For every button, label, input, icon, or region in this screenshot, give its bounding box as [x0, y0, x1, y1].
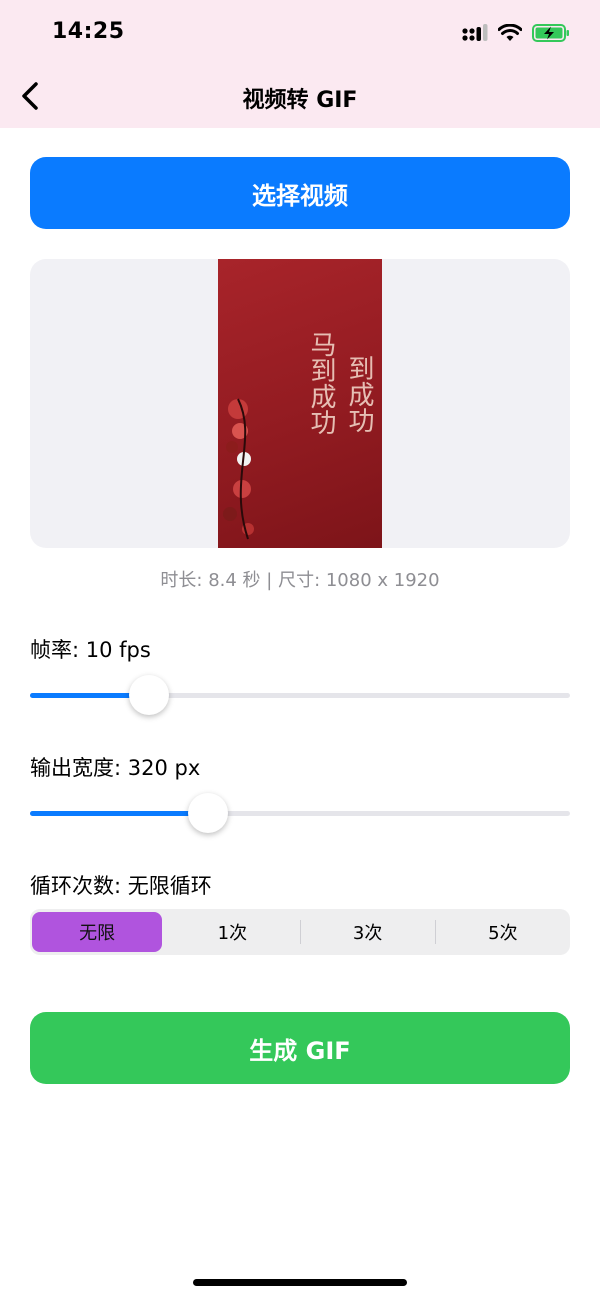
framerate-slider[interactable]	[30, 675, 570, 715]
page-title: 视频转 GIF	[242, 88, 358, 113]
thumbnail-caption: 马到成功	[306, 331, 336, 435]
status-bar: 14:25	[0, 0, 600, 66]
video-preview: 马到成功 到成功	[30, 259, 570, 548]
generate-gif-button[interactable]: 生成 GIF	[30, 1012, 570, 1084]
output-width-label: 输出宽度: 320 px	[30, 756, 201, 780]
output-width-slider-fill	[30, 811, 209, 816]
video-thumbnail: 马到成功 到成功	[218, 259, 382, 548]
signal-icon	[462, 24, 488, 41]
loop-count-label: 循环次数: 无限循环	[30, 874, 212, 898]
framerate-label: 帧率: 10 fps	[30, 638, 151, 662]
loop-option-3[interactable]: 3次	[303, 912, 433, 952]
loop-option-infinite[interactable]: 无限	[32, 912, 163, 952]
segment-divider	[434, 920, 436, 944]
wifi-icon	[498, 24, 522, 41]
loop-segmented-control: 无限 1次 3次 5次	[30, 909, 570, 955]
home-indicator	[193, 1279, 407, 1286]
segment-divider	[299, 920, 301, 944]
status-icons	[462, 22, 570, 44]
loop-option-1[interactable]: 1次	[167, 912, 297, 952]
battery-charging-icon	[532, 24, 569, 42]
framerate-slider-thumb[interactable]	[128, 675, 169, 715]
nav-bar: 视频转 GIF	[0, 66, 600, 128]
output-width-slider[interactable]	[30, 793, 570, 833]
thumbnail-caption-2: 到成功	[344, 355, 374, 433]
status-time: 14:25	[52, 19, 125, 44]
video-meta: 时长: 8.4 秒 | 尺寸: 1080 x 1920	[160, 570, 440, 591]
select-video-button[interactable]: 选择视频	[30, 157, 570, 229]
loop-option-5[interactable]: 5次	[438, 912, 568, 952]
output-width-slider-thumb[interactable]	[188, 793, 229, 833]
ornament-image	[223, 398, 254, 540]
